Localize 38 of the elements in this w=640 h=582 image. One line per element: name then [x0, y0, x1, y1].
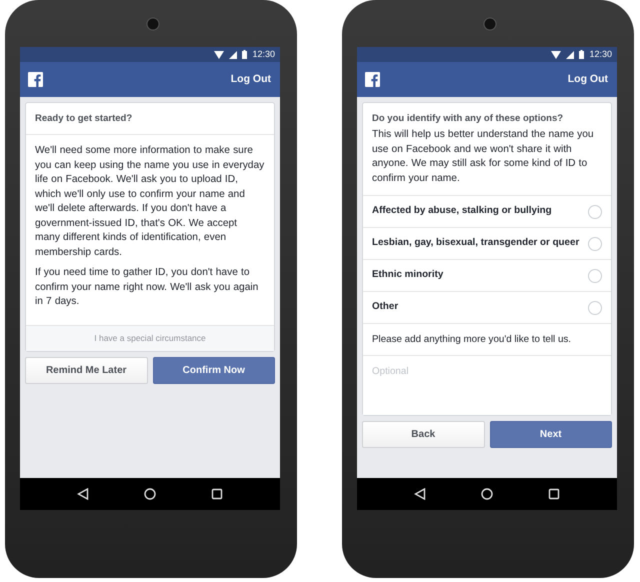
radio-button[interactable] — [588, 236, 602, 251]
card-title: Ready to get started? — [34, 112, 134, 126]
phone-camera-icon — [146, 16, 160, 30]
facebook-logo-icon — [365, 72, 380, 87]
secondary-button[interactable]: Back — [362, 421, 484, 448]
radio-button[interactable] — [588, 300, 602, 315]
status-time: 12:30 — [589, 48, 612, 61]
signal-icon — [566, 50, 574, 58]
radio-button[interactable] — [588, 268, 602, 283]
secondary-button[interactable]: Remind Me Later — [25, 356, 148, 384]
status-time: 12:30 — [252, 48, 275, 61]
body-paragraph: We'll need some more information to make sure you can keep using the name you use in everyday life on Facebook. We'll ask you to upload ID, which we'll only use to confirm your name and we'll delete afterwards. If you don't have a government-issued ID, that's OK. We accept many different kinds of identification, even membership cards. — [35, 144, 265, 260]
home-icon — [144, 488, 156, 500]
battery-icon — [579, 50, 584, 59]
phone-camera-icon — [482, 16, 496, 30]
option-label: Affected by abuse, stalking or bullying — [372, 204, 552, 218]
log-out-link[interactable]: Log Out — [230, 72, 271, 88]
wifi-icon — [551, 50, 562, 58]
radio-button[interactable] — [588, 204, 602, 219]
wifi-icon — [214, 50, 224, 58]
battery-icon — [242, 50, 248, 59]
facebook-logo-icon — [28, 72, 43, 87]
signal-icon — [229, 50, 238, 58]
option-label: Other — [372, 300, 398, 314]
card-title: Do you identify with any of these options? — [371, 112, 564, 126]
back-icon — [77, 488, 90, 500]
home-icon — [480, 488, 493, 500]
primary-button[interactable]: Confirm Now — [152, 356, 275, 384]
option-label: Lesbian, gay, bisexual, transgender or queer — [372, 236, 580, 250]
primary-button[interactable]: Next — [490, 421, 612, 448]
comment-field[interactable]: Optional — [363, 355, 611, 416]
body-paragraph: If you need time to gather ID, you don't have to confirm your name right now. We'll ask you again in 7 days. — [35, 266, 260, 310]
recents-icon — [548, 488, 560, 500]
log-out-link[interactable]: Log Out — [568, 72, 608, 88]
back-icon — [414, 488, 426, 500]
recents-icon — [210, 488, 223, 500]
description-text: This will help us better understand the name you use on Facebook and we won't share it with anyone. We may still ask for some kind of ID to confirm your name. — [371, 128, 595, 186]
option-label: Ethnic minority — [372, 268, 444, 282]
